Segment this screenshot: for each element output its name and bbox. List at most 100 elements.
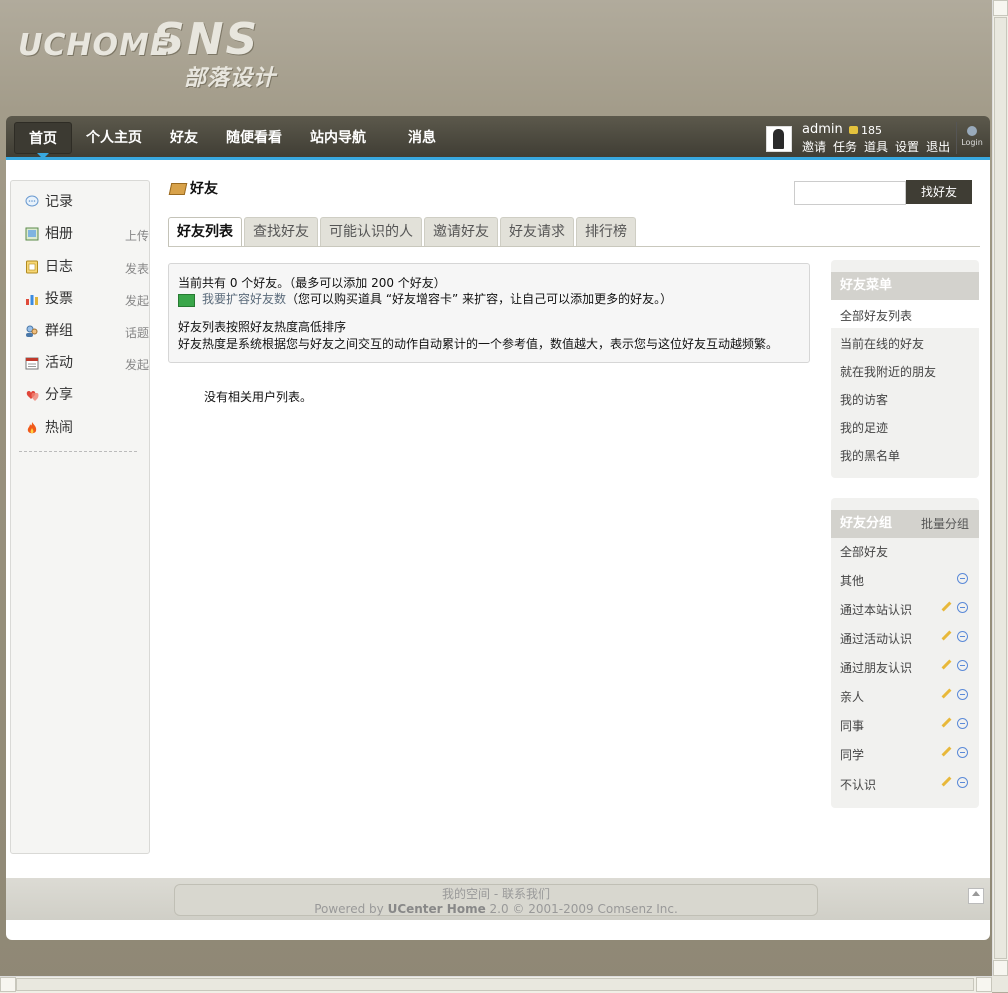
- menu-visitors[interactable]: 我的访客: [840, 391, 888, 408]
- remove-group-icon[interactable]: [957, 660, 968, 671]
- remove-group-icon[interactable]: [957, 747, 968, 758]
- tab-friend-list[interactable]: 好友列表: [168, 217, 242, 246]
- remove-group-icon[interactable]: [957, 602, 968, 613]
- edit-pencil-icon[interactable]: [941, 659, 952, 670]
- group-item[interactable]: 其他: [840, 572, 864, 589]
- logout-link[interactable]: 退出: [926, 138, 950, 155]
- edit-pencil-icon[interactable]: [941, 717, 952, 728]
- tab-invite-friends[interactable]: 邀请好友: [424, 217, 498, 246]
- group-item[interactable]: 同事: [840, 717, 864, 734]
- group-item[interactable]: 通过活动认识: [840, 630, 912, 647]
- friend-info-box: 当前共有 0 个好友。（最多可以添加 200 个好友） 我要扩容好友数（您可以购…: [168, 263, 810, 363]
- friend-groups-title: 好友分组: [840, 516, 893, 531]
- sidebar-item-share[interactable]: 分享: [23, 385, 141, 405]
- remove-group-icon[interactable]: [957, 689, 968, 700]
- scroll-thumb[interactable]: [16, 978, 974, 991]
- tab-friend-requests[interactable]: 好友请求: [500, 217, 574, 246]
- tab-ranking[interactable]: 排行榜: [576, 217, 636, 246]
- username-link[interactable]: admin: [802, 122, 843, 137]
- menu-online-friends[interactable]: 当前在线的好友: [840, 335, 924, 352]
- group-item[interactable]: 通过朋友认识: [840, 659, 912, 676]
- group-item[interactable]: 同学: [840, 746, 864, 763]
- group-item[interactable]: 亲人: [840, 688, 864, 705]
- sidebar-item-action[interactable]: 发起: [125, 292, 149, 309]
- edit-pencil-icon[interactable]: [941, 601, 952, 612]
- group-item[interactable]: 通过本站认识: [840, 601, 912, 618]
- nav-site-nav[interactable]: 站内导航: [296, 122, 380, 154]
- settings-link[interactable]: 设置: [895, 138, 919, 155]
- footer-info: 我的空间 - 联系我们 Powered by UCenter Home 2.0 …: [174, 884, 818, 916]
- user-links: 邀请 任务 道具 设置 退出: [802, 138, 950, 155]
- site-logo[interactable]: SNS UCHOME 部落设计: [18, 14, 318, 94]
- nav-messages[interactable]: 消息: [394, 122, 450, 154]
- sidebar-item-action[interactable]: 发表: [125, 260, 149, 277]
- sidebar-item-action[interactable]: 发起: [125, 356, 149, 373]
- remove-group-icon[interactable]: [957, 777, 968, 788]
- chat-bubble-icon: [25, 195, 39, 207]
- sidebar-item-record[interactable]: 记录: [23, 192, 141, 212]
- expand-friends-link[interactable]: 我要扩容好友数: [202, 292, 286, 306]
- friend-groups-header: 好友分组 批量分组: [831, 510, 979, 538]
- group-all-friends[interactable]: 全部好友: [840, 543, 888, 560]
- powered-by: Powered by UCenter Home 2.0 © 2001-2009 …: [175, 902, 817, 916]
- expand-line: 我要扩容好友数（您可以购买道具 “好友增容卡” 来扩容，让自己可以添加更多的好友…: [202, 290, 672, 307]
- page-footer: 我的空间 - 联系我们 Powered by UCenter Home 2.0 …: [6, 878, 990, 920]
- invite-link[interactable]: 邀请: [802, 138, 826, 155]
- powered-prefix: Powered by: [314, 902, 388, 916]
- nav-profile[interactable]: 个人主页: [72, 122, 156, 154]
- sidebar-item-action[interactable]: 上传: [125, 227, 149, 244]
- sidebar-item-event[interactable]: 活动 发起: [23, 353, 149, 373]
- props-link[interactable]: 道具: [864, 138, 888, 155]
- scroll-left-icon[interactable]: [0, 977, 16, 992]
- product-name[interactable]: UCenter Home: [388, 902, 486, 916]
- edit-pencil-icon[interactable]: [941, 746, 952, 757]
- login-label: Login: [961, 138, 983, 147]
- my-space-link[interactable]: 我的空间: [442, 887, 490, 901]
- sidebar-item-blog[interactable]: 日志 发表: [23, 257, 149, 277]
- edit-pencil-icon[interactable]: [941, 688, 952, 699]
- sidebar-item-label: 活动: [45, 355, 73, 371]
- find-friend-button[interactable]: 找好友: [906, 180, 972, 204]
- back-to-top-icon[interactable]: [968, 888, 984, 904]
- remove-group-icon[interactable]: [957, 631, 968, 642]
- batch-group-link[interactable]: 批量分组: [921, 510, 969, 538]
- login-button[interactable]: Login: [956, 122, 987, 154]
- scroll-down-icon[interactable]: [993, 960, 1008, 976]
- menu-all-friends[interactable]: 全部好友列表: [840, 307, 912, 324]
- sidebar-item-label: 群组: [45, 323, 73, 339]
- scroll-right-icon[interactable]: [976, 977, 992, 992]
- nav-browse[interactable]: 随便看看: [212, 122, 296, 154]
- sidebar-item-hot[interactable]: 热闹: [23, 418, 141, 438]
- menu-footprints[interactable]: 我的足迹: [840, 419, 888, 436]
- poll-chart-icon: [26, 295, 38, 305]
- horizontal-scrollbar[interactable]: [0, 976, 992, 993]
- contact-link[interactable]: 联系我们: [502, 887, 550, 901]
- sidebar-item-label: 记录: [45, 194, 73, 210]
- menu-nearby-friends[interactable]: 就在我附近的朋友: [840, 363, 936, 380]
- friend-tabs: 好友列表 查找好友 可能认识的人 邀请好友 好友请求 排行榜: [168, 217, 636, 246]
- menu-blacklist[interactable]: 我的黑名单: [840, 447, 900, 464]
- page-bottom: [6, 920, 990, 940]
- group-item[interactable]: 不认识: [840, 776, 876, 793]
- nav-friends[interactable]: 好友: [156, 122, 212, 154]
- sidebar-item-album[interactable]: 相册 上传: [23, 224, 149, 244]
- remove-group-icon[interactable]: [957, 718, 968, 729]
- edit-pencil-icon[interactable]: [941, 776, 952, 787]
- vertical-scrollbar[interactable]: [992, 0, 1008, 976]
- credits-value: 185: [861, 124, 882, 137]
- sidebar-item-group[interactable]: 群组 话题: [23, 321, 149, 341]
- avatar[interactable]: [766, 126, 792, 152]
- search-input[interactable]: [794, 181, 906, 205]
- sidebar-item-label: 相册: [45, 226, 73, 242]
- scroll-thumb[interactable]: [994, 17, 1007, 959]
- tab-people-you-may-know[interactable]: 可能认识的人: [320, 217, 422, 246]
- task-link[interactable]: 任务: [833, 138, 857, 155]
- sidebar-item-action[interactable]: 话题: [125, 324, 149, 341]
- edit-pencil-icon[interactable]: [941, 630, 952, 641]
- tab-find-friends[interactable]: 查找好友: [244, 217, 318, 246]
- sidebar-item-poll[interactable]: 投票 发起: [23, 289, 149, 309]
- nav-home[interactable]: 首页: [14, 122, 72, 159]
- footer-separator: -: [490, 887, 502, 901]
- scroll-up-icon[interactable]: [993, 0, 1008, 16]
- remove-group-icon[interactable]: [957, 573, 968, 584]
